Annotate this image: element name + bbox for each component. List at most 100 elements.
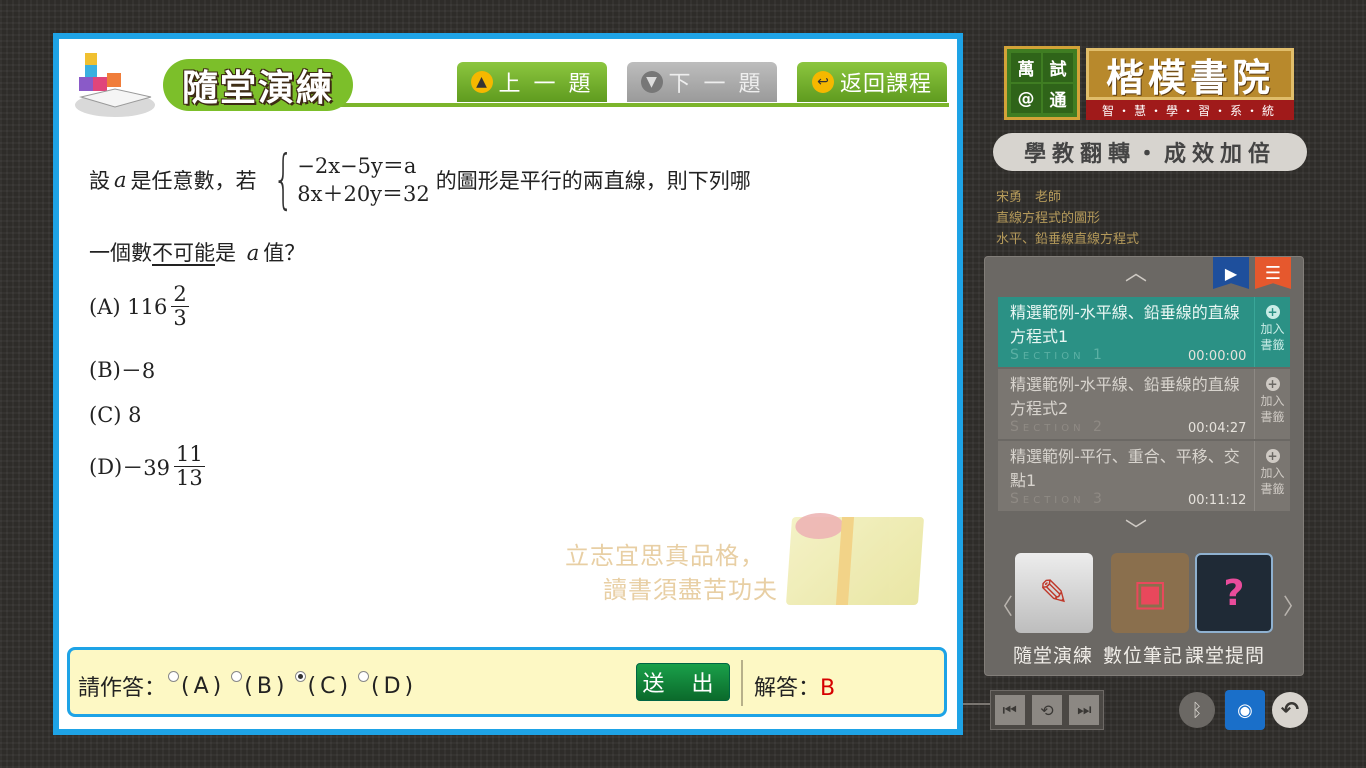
plus-icon: + (1265, 305, 1280, 319)
bluetooth-icon[interactable]: ᛒ (1179, 692, 1215, 728)
submit-button[interactable]: 送 出 (636, 663, 730, 701)
section-item-1[interactable]: 精選範例-水平線、鉛垂線的直線方程式1 Section 1 00:00:00 +… (998, 297, 1290, 367)
equation-1: −2x−5y＝a (297, 154, 417, 178)
ask-tool-label[interactable]: 課堂提問 (1185, 641, 1265, 668)
next-question-label: 下 一 題 (668, 72, 764, 97)
skip-back-icon[interactable]: ⏮ (994, 695, 1025, 725)
return-icon: ↩ (811, 71, 834, 93)
equation-2: 8x＋20y＝32 (297, 182, 430, 206)
add-bookmark-button[interactable]: + 加入書籤 (1254, 441, 1290, 511)
brand-char: 萬 (1011, 53, 1041, 82)
radio-a[interactable] (168, 670, 180, 682)
answer-bar: 請作答： (A) (B) (C) (D) 送 出 解答：B (67, 647, 947, 717)
question-panel: 隨堂演練 ▲ 上 一 題 ▼ 下 一 題 ↩ 返回課程 設 a 是任意數，若 {… (53, 33, 963, 735)
choice-label-a[interactable]: (A) (181, 674, 225, 699)
back-to-course-button[interactable]: ↩ 返回課程 (797, 62, 947, 102)
next-question-button[interactable]: ▼ 下 一 題 (627, 62, 777, 102)
answer-divider (741, 660, 743, 706)
option-b: (B) －8 (89, 355, 155, 385)
loop-icon[interactable]: ⟲ (1031, 695, 1062, 725)
add-bookmark-button[interactable]: + 加入書籤 (1254, 297, 1290, 367)
section-label: Section 1 (1010, 347, 1106, 363)
arrow-up-icon: ▲ (470, 71, 493, 93)
plus-icon: + (1265, 449, 1280, 463)
question-text: 的圖形是平行的兩直線，則下列哪 (435, 169, 751, 193)
scroll-right-icon[interactable]: 〉 (1283, 589, 1305, 621)
connector-line (963, 703, 993, 705)
teacher-name: 宋勇 老師 (996, 190, 1062, 205)
question-text: 一個數 (89, 241, 152, 265)
fraction-denominator: 13 (175, 466, 203, 491)
brand-logo: 萬 試 @ 通 楷模書院 智・慧・學・習・系・統 (1004, 46, 1296, 122)
answer-choices: 請作答： (A) (B) (C) (D) (78, 670, 421, 702)
section-time: 00:11:12 (1188, 493, 1247, 508)
course-info: 宋勇 老師 直線方程式的圖形 水平、鉛垂線直線方程式 (996, 187, 1139, 250)
question-line-2: 一個數不可能是 a 值？ (89, 237, 929, 267)
prev-question-label: 上 一 題 (498, 72, 594, 97)
back-to-course-label: 返回課程 (839, 72, 932, 97)
option-label: (D) (89, 454, 123, 479)
option-c: (C) 8 (89, 403, 142, 427)
bookmark-label: 加入書籤 (1260, 466, 1285, 496)
practice-logo: 隨堂演練 (71, 47, 361, 119)
equation-system: { −2x−5y＝a 8x＋20y＝32 (263, 148, 430, 212)
variable-a: a (114, 168, 127, 192)
brand-subtitle: 智・慧・學・習・系・統 (1086, 100, 1294, 120)
brand-name: 楷模書院 (1086, 48, 1294, 100)
scroll-down-icon[interactable]: ﹀ (1125, 513, 1147, 545)
option-a: (A) 116 23 (89, 282, 189, 331)
question-bubble-icon: ? (1223, 572, 1245, 614)
section-label: Section 2 (1010, 419, 1106, 435)
option-label: (C) (89, 403, 122, 427)
topic-name: 水平、鉛垂線直線方程式 (996, 232, 1140, 247)
option-label: (A) (89, 294, 121, 319)
bookmark-label: 加入書籤 (1260, 322, 1285, 352)
radio-d[interactable] (358, 670, 370, 682)
scroll-left-icon[interactable]: 〈 (991, 589, 1013, 621)
undo-icon[interactable]: ↶ (1272, 692, 1308, 728)
pencil-notebook-icon: ✎ (1038, 572, 1070, 614)
question-text: 設 (89, 169, 110, 193)
fraction-denominator: 3 (173, 306, 187, 331)
section-item-3[interactable]: 精選範例-平行、重合、平移、交點1 Section 3 00:11:12 + 加入… (998, 441, 1290, 511)
practice-tool-button[interactable]: ✎ (1015, 553, 1093, 633)
flower-decoration (794, 513, 845, 539)
option-d: (D) －39 11 13 (89, 442, 205, 491)
chapter-name: 直線方程式的圖形 (996, 211, 1101, 226)
camera-notebook-icon: ▣ (1132, 572, 1167, 614)
brand-char: @ (1011, 84, 1041, 113)
watermark-line-1: 立志宜思真品格， (565, 542, 765, 570)
question-body: 設 a 是任意數，若 { −2x−5y＝a 8x＋20y＝32 的圖形是平行的兩… (89, 145, 929, 490)
choice-label-d[interactable]: (D) (371, 674, 417, 699)
section-title: 精選範例-水平線、鉛垂線的直線方程式1 (1010, 303, 1240, 346)
brand-emblem: 萬 試 @ 通 (1004, 46, 1080, 120)
add-bookmark-button[interactable]: + 加入書籤 (1254, 369, 1290, 439)
ask-tool-button[interactable]: ? (1195, 553, 1273, 633)
prev-question-button[interactable]: ▲ 上 一 題 (457, 62, 607, 102)
answer-prompt-label: 請作答： (78, 676, 167, 701)
radio-c[interactable] (294, 670, 306, 682)
question-text: 值？ (263, 241, 306, 265)
option-whole: 116 (127, 294, 168, 319)
choice-label-b[interactable]: (B) (244, 674, 288, 699)
choice-label-c[interactable]: (C) (308, 674, 353, 699)
section-item-2[interactable]: 精選範例-水平線、鉛垂線的直線方程式2 Section 2 00:04:27 +… (998, 369, 1290, 439)
arrow-down-icon: ▼ (640, 71, 663, 93)
page-title: 隨堂演練 (163, 59, 353, 111)
practice-tool-label[interactable]: 隨堂演練 (1013, 641, 1093, 668)
bookmark-label: 加入書籤 (1260, 394, 1285, 424)
section-list-panel: ︿ ▶ ☰ 精選範例-水平線、鉛垂線的直線方程式1 Section 1 00:0… (984, 255, 1305, 676)
gift-box-illustration (785, 513, 925, 605)
plus-icon: + (1265, 377, 1280, 391)
section-label: Section 3 (1010, 491, 1106, 507)
camera-icon[interactable]: ◉ (1225, 690, 1265, 730)
list-tab-icon[interactable]: ☰ (1255, 257, 1291, 289)
variable-a: a (246, 241, 260, 265)
notes-tool-label[interactable]: 數位筆記 (1103, 641, 1183, 668)
video-tab-icon[interactable]: ▶ (1213, 257, 1249, 289)
skip-forward-icon[interactable]: ⏭ (1069, 695, 1100, 725)
option-whole: －39 (122, 455, 170, 480)
scroll-up-icon[interactable]: ︿ (1125, 255, 1147, 287)
radio-b[interactable] (231, 670, 243, 682)
notes-tool-button[interactable]: ▣ (1111, 553, 1189, 633)
